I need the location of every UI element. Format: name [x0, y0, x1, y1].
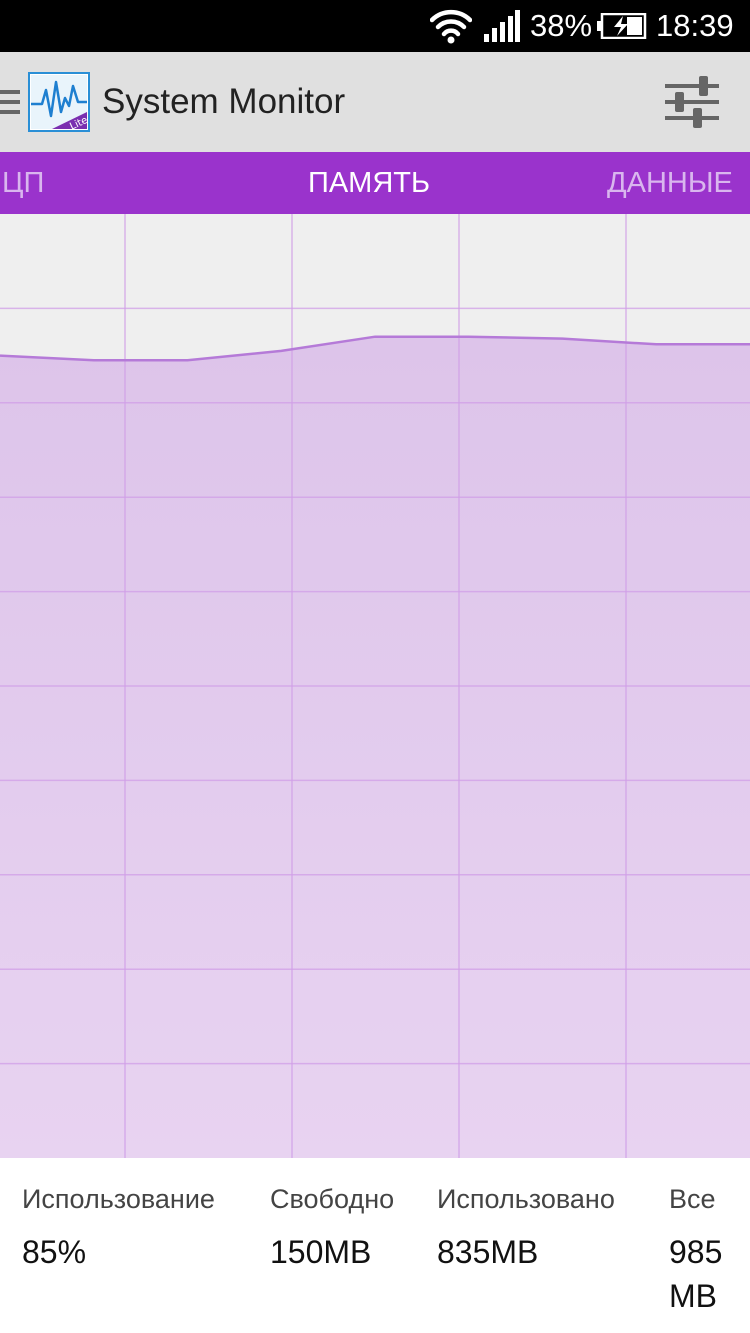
app-logo-icon[interactable]: Lite	[28, 72, 90, 132]
signal-icon	[484, 10, 520, 42]
battery-percent: 38%	[530, 8, 593, 43]
status-bar: 38% 18:39	[0, 0, 750, 52]
wifi-icon	[430, 9, 472, 44]
tab-cpu[interactable]: ЦП	[2, 152, 44, 214]
stat-usage-value: 85%	[22, 1234, 87, 1270]
stat-used-value: 835MB	[437, 1234, 539, 1270]
clock: 18:39	[656, 8, 734, 43]
app-title: System Monitor	[102, 82, 346, 121]
stat-free: Свободно 150MB	[270, 1180, 394, 1274]
stat-used-label: Использовано	[437, 1184, 615, 1214]
memory-area-fill	[0, 336, 750, 1158]
app-bar: Lite System Monitor	[0, 52, 750, 152]
memory-stats: Использование 85% Свободно 150MB Использ…	[0, 1158, 750, 1333]
stat-free-label: Свободно	[270, 1184, 395, 1214]
stat-used: Использовано 835MB	[437, 1180, 615, 1274]
stat-total-value: 985 MB	[669, 1234, 723, 1314]
stat-total-label: Все	[669, 1184, 716, 1214]
memory-usage-graph	[0, 214, 750, 1158]
stat-usage: Использование 85%	[22, 1180, 215, 1274]
tab-bar: ЦП ПАМЯТЬ ДАННЫЕ	[0, 152, 750, 214]
stat-free-value: 150MB	[270, 1234, 372, 1270]
tab-data[interactable]: ДАННЫЕ	[607, 152, 733, 214]
tab-memory[interactable]: ПАМЯТЬ	[308, 152, 430, 214]
battery-charging-icon	[597, 13, 647, 39]
memory-chart	[0, 214, 750, 1158]
stat-total: Все 985 MB	[669, 1180, 739, 1318]
settings-sliders-icon[interactable]	[663, 74, 721, 130]
drawer-menu-icon[interactable]	[0, 87, 22, 117]
stat-usage-label: Использование	[22, 1184, 215, 1214]
